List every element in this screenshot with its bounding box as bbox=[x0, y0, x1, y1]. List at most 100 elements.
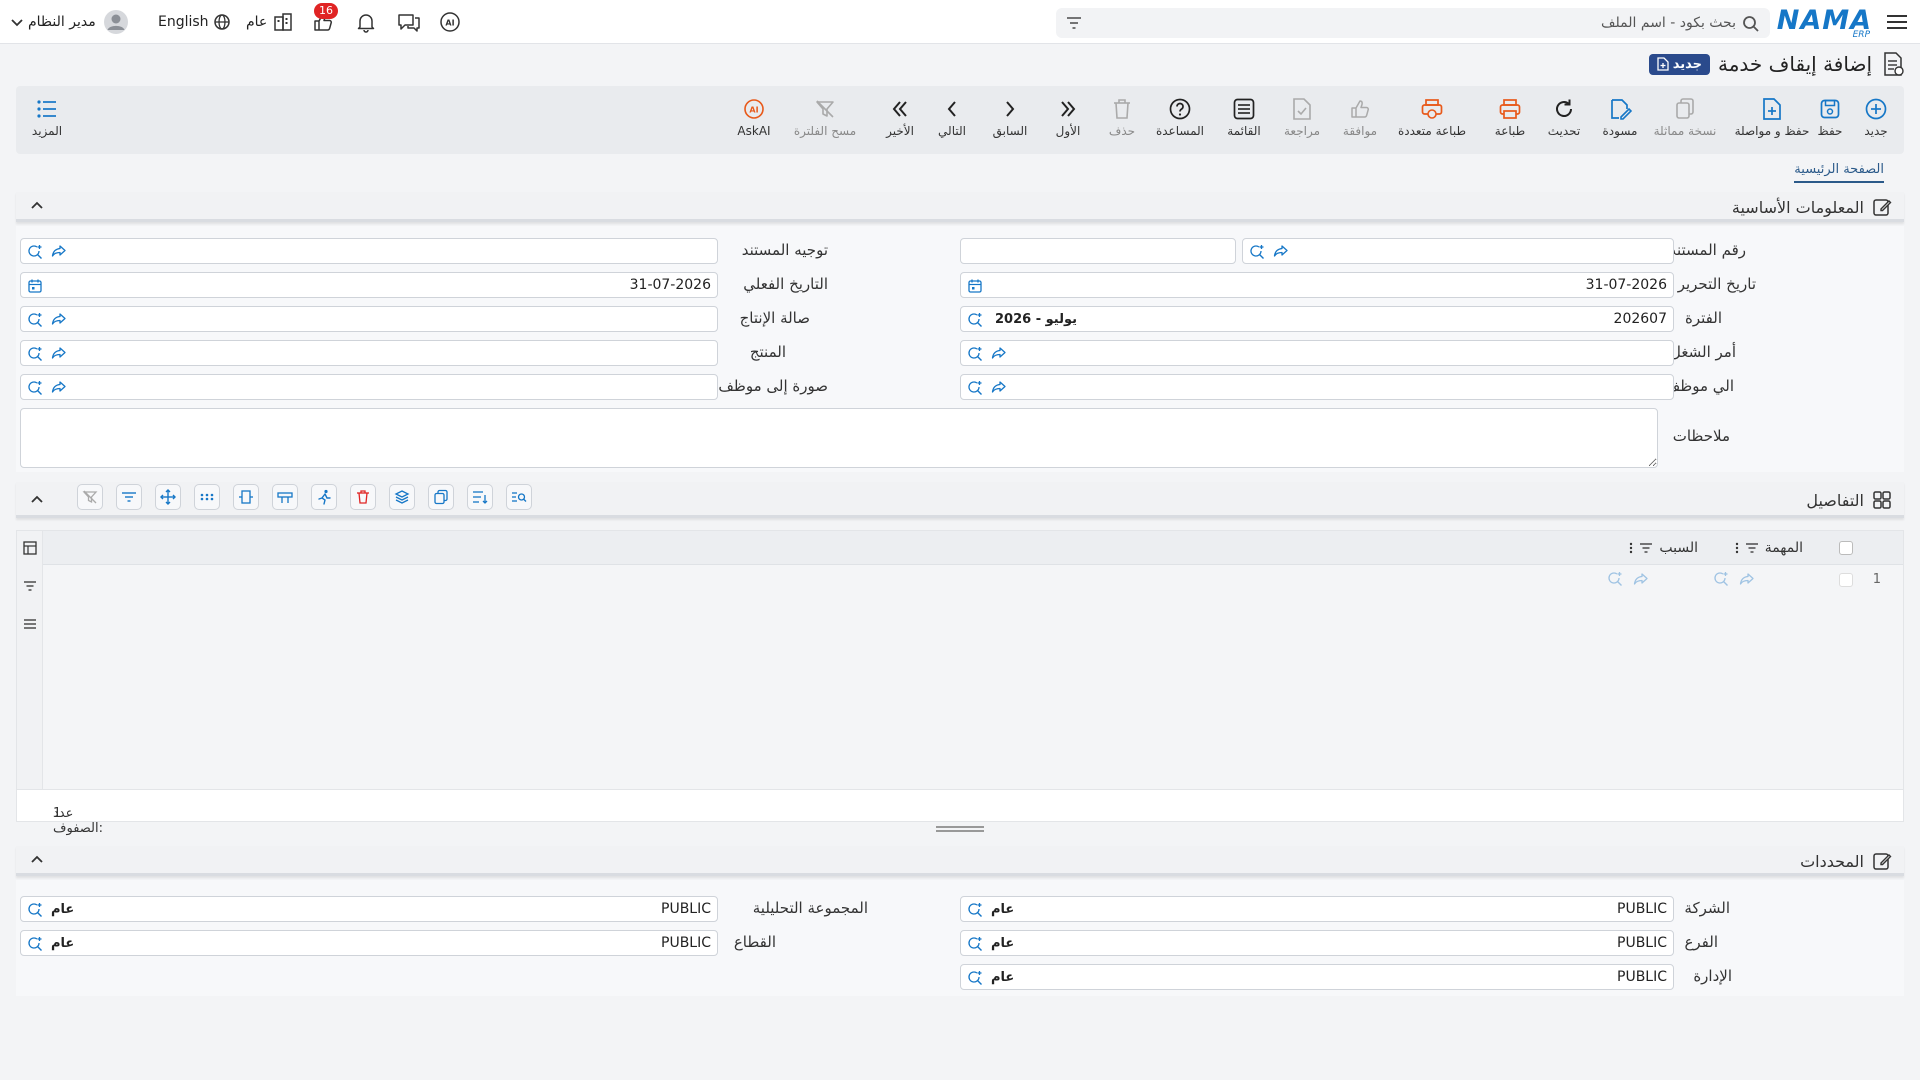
to-employee-field[interactable] bbox=[960, 374, 1674, 400]
ai-assistant-button[interactable]: AI bbox=[438, 11, 462, 33]
more-button[interactable]: المزيد bbox=[19, 96, 75, 138]
share-icon[interactable] bbox=[51, 346, 67, 360]
department-field[interactable]: PUBLIC عام bbox=[960, 964, 1674, 990]
filter-icon[interactable] bbox=[1639, 542, 1653, 554]
share-icon[interactable] bbox=[51, 380, 67, 394]
messages-button[interactable] bbox=[397, 11, 421, 33]
filter-icon[interactable] bbox=[22, 579, 38, 593]
review-button[interactable]: مراجعة bbox=[1274, 96, 1330, 138]
table-row[interactable]: 1 bbox=[43, 565, 1903, 595]
calendar-icon[interactable] bbox=[967, 278, 983, 294]
lookup-icon[interactable] bbox=[27, 936, 43, 952]
share-icon[interactable] bbox=[51, 312, 67, 326]
columns-icon[interactable] bbox=[22, 540, 38, 556]
lookup-icon[interactable] bbox=[27, 244, 43, 260]
row-checkbox[interactable] bbox=[1839, 573, 1853, 587]
column-header-task[interactable]: المهمة bbox=[1735, 540, 1803, 556]
lookup-icon[interactable] bbox=[967, 902, 983, 918]
grid-sort-button[interactable] bbox=[467, 484, 493, 510]
ask-ai-button[interactable]: AI AskAI bbox=[726, 96, 782, 138]
grid-copy-button[interactable] bbox=[428, 484, 454, 510]
filter-icon[interactable] bbox=[1745, 542, 1759, 554]
doc-number-secondary-field[interactable] bbox=[960, 238, 1236, 264]
duplicate-button[interactable]: نسخة مماثلة bbox=[1650, 96, 1720, 138]
help-button[interactable]: المساعدة bbox=[1152, 96, 1208, 138]
actual-date-field[interactable]: 31-07-2026 bbox=[20, 272, 718, 298]
section-resize-handle[interactable] bbox=[936, 826, 984, 834]
lookup-icon[interactable] bbox=[967, 936, 983, 952]
lookup-icon[interactable] bbox=[27, 902, 43, 918]
lookup-icon[interactable] bbox=[967, 970, 983, 986]
grid-dots-button[interactable] bbox=[194, 484, 220, 510]
save-continue-button[interactable]: حفظ و مواصلة bbox=[1730, 96, 1814, 138]
first-record-button[interactable]: الأول bbox=[1040, 96, 1096, 138]
refresh-button[interactable]: تحديث bbox=[1536, 96, 1592, 138]
lookup-icon[interactable] bbox=[967, 380, 983, 396]
nama-logo[interactable]: NAMA ERP bbox=[1777, 6, 1872, 41]
hamburger-menu-icon[interactable] bbox=[1886, 12, 1908, 32]
grid-clear-filter-button[interactable] bbox=[77, 484, 103, 510]
calendar-icon[interactable] bbox=[27, 278, 43, 294]
scope-selector[interactable]: عام bbox=[246, 11, 293, 33]
clear-filter-button[interactable]: مسح الفلترة bbox=[790, 96, 860, 138]
chevron-up-icon[interactable] bbox=[30, 492, 44, 506]
notes-textarea[interactable] bbox=[20, 408, 1658, 468]
filter-icon[interactable] bbox=[1066, 16, 1082, 30]
period-field[interactable]: 202607 2026 - يوليو bbox=[960, 306, 1674, 332]
share-icon[interactable] bbox=[1739, 572, 1755, 586]
grid-run-button[interactable] bbox=[311, 484, 337, 510]
edit-date-field[interactable]: 31-07-2026 bbox=[960, 272, 1674, 298]
sector-field[interactable]: PUBLIC عام bbox=[20, 930, 718, 956]
work-order-field[interactable] bbox=[960, 340, 1674, 366]
menu-lines-icon[interactable] bbox=[22, 617, 38, 631]
draft-button[interactable]: مسودة bbox=[1592, 96, 1648, 138]
column-menu-icon[interactable] bbox=[1735, 541, 1739, 555]
grid-move-button[interactable] bbox=[155, 484, 181, 510]
language-switch[interactable]: English bbox=[158, 11, 231, 33]
production-hall-field[interactable] bbox=[20, 306, 718, 332]
lookup-icon[interactable] bbox=[1249, 244, 1265, 260]
print-button[interactable]: طباعة bbox=[1482, 96, 1538, 138]
lookup-icon[interactable] bbox=[1607, 571, 1623, 587]
delete-button[interactable]: حذف bbox=[1094, 96, 1150, 138]
grid-search-button[interactable] bbox=[506, 484, 532, 510]
grid-delete-row-button[interactable] bbox=[350, 484, 376, 510]
next-record-button[interactable]: التالي bbox=[924, 96, 980, 138]
user-menu[interactable]: مدير النظام bbox=[10, 10, 128, 34]
product-field[interactable] bbox=[20, 340, 718, 366]
lookup-icon[interactable] bbox=[27, 380, 43, 396]
share-icon[interactable] bbox=[991, 380, 1007, 394]
doc-direction-field[interactable] bbox=[20, 238, 718, 264]
share-icon[interactable] bbox=[51, 244, 67, 258]
grid-filter-button[interactable] bbox=[116, 484, 142, 510]
last-record-button[interactable]: الأخير bbox=[872, 96, 928, 138]
notifications-button[interactable] bbox=[355, 11, 377, 33]
grid-resize-columns-button[interactable] bbox=[233, 484, 259, 510]
company-field[interactable]: PUBLIC عام bbox=[960, 896, 1674, 922]
column-menu-icon[interactable] bbox=[1629, 541, 1633, 555]
list-button[interactable]: القائمة bbox=[1216, 96, 1272, 138]
grid-layers-button[interactable] bbox=[389, 484, 415, 510]
analytic-group-field[interactable]: PUBLIC عام bbox=[20, 896, 718, 922]
approvals-button[interactable]: 16 bbox=[312, 3, 338, 33]
lookup-icon[interactable] bbox=[27, 312, 43, 328]
branch-field[interactable]: PUBLIC عام bbox=[960, 930, 1674, 956]
previous-record-button[interactable]: السابق bbox=[982, 96, 1038, 138]
multi-print-button[interactable]: طباعة متعددة bbox=[1392, 96, 1472, 138]
tab-main[interactable]: الصفحة الرئيسية bbox=[1794, 162, 1884, 183]
lookup-icon[interactable] bbox=[967, 346, 983, 362]
approve-button[interactable]: موافقة bbox=[1332, 96, 1388, 138]
grid-insert-row-button[interactable] bbox=[272, 484, 298, 510]
share-icon[interactable] bbox=[1633, 572, 1649, 586]
share-icon[interactable] bbox=[991, 346, 1007, 360]
chevron-up-icon[interactable] bbox=[30, 198, 44, 212]
select-all-checkbox[interactable] bbox=[1839, 541, 1853, 555]
doc-number-field[interactable] bbox=[1242, 238, 1674, 264]
lookup-icon[interactable] bbox=[1713, 571, 1729, 587]
search-input[interactable] bbox=[1136, 8, 1736, 38]
copy-to-employee-field[interactable] bbox=[20, 374, 718, 400]
lookup-icon[interactable] bbox=[967, 312, 983, 328]
chevron-up-icon[interactable] bbox=[30, 852, 44, 866]
column-header-reason[interactable]: السبب bbox=[1629, 540, 1698, 556]
lookup-icon[interactable] bbox=[27, 346, 43, 362]
